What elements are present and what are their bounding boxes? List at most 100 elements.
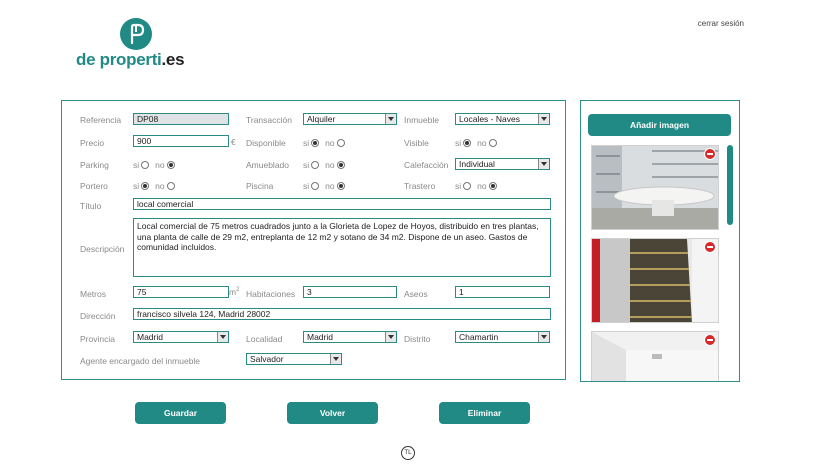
amueblado-yes-label: si: [303, 160, 310, 170]
piscina-no-label: no: [325, 181, 335, 191]
distrito-value: Chamartin: [459, 332, 499, 342]
trastero-yes-radio[interactable]: [463, 182, 472, 190]
inmueble-value: Locales - Naves: [459, 114, 520, 124]
titulo-label: Título: [80, 201, 102, 211]
visible-yes-label: si: [455, 138, 462, 148]
transaccion-label: Transacción: [246, 115, 292, 125]
add-image-button[interactable]: Añadir imagen: [588, 114, 731, 136]
chevron-down-icon: [217, 332, 228, 342]
office-table-photo[interactable]: [591, 145, 719, 230]
parking-no-radio[interactable]: [166, 161, 175, 169]
inmueble-select[interactable]: Locales - Naves: [455, 113, 550, 125]
transaccion-select[interactable]: Alquiler: [303, 113, 397, 125]
direccion-label: Dirección: [80, 311, 116, 321]
logout-link[interactable]: cerrar sesión: [698, 19, 744, 28]
localidad-select[interactable]: Madrid: [303, 331, 397, 343]
provincia-select[interactable]: Madrid: [133, 331, 229, 343]
parking-yes-radio[interactable]: [141, 161, 150, 169]
chevron-down-icon: [538, 159, 549, 169]
disponible-yes-label: si: [303, 138, 310, 148]
localidad-value: Madrid: [307, 332, 333, 342]
piscina-no-radio[interactable]: [336, 182, 345, 190]
logo-ext: .es: [161, 50, 185, 69]
aseos-label: Aseos: [404, 289, 428, 299]
image-gallery: Añadir imagen: [580, 100, 740, 382]
visible-no-label: no: [477, 138, 487, 148]
portero-no-label: no: [155, 181, 165, 191]
transaccion-value: Alquiler: [307, 114, 336, 124]
calefaccion-label: Calefacción: [404, 160, 449, 170]
chevron-down-icon: [385, 114, 396, 124]
parking-label: Parking: [80, 160, 109, 170]
delete-image-icon[interactable]: [704, 241, 716, 253]
delete-image-icon[interactable]: [704, 148, 716, 160]
trastero-no-radio[interactable]: [488, 182, 497, 190]
agente-label: Agente encargado del inmueble: [80, 356, 201, 366]
referencia-input[interactable]: DP08: [133, 113, 229, 125]
chevron-down-icon: [538, 114, 549, 124]
parking-no-label: no: [155, 160, 165, 170]
disponible-yes-radio[interactable]: [311, 139, 320, 147]
portero-yes-label: si: [133, 181, 140, 191]
metros-unit-sup: 2: [236, 287, 240, 294]
visible-no-radio[interactable]: [488, 139, 497, 147]
provincia-label: Provincia: [80, 334, 115, 344]
descripcion-label: Descripción: [80, 244, 125, 254]
precio-unit: €: [231, 137, 236, 147]
localidad-label: Localidad: [246, 334, 283, 344]
staircase-photo[interactable]: [591, 238, 719, 323]
parking-yes-label: si: [133, 160, 140, 170]
footer-logo: TL: [401, 446, 415, 460]
calefaccion-value: Individual: [459, 159, 495, 169]
chevron-down-icon: [330, 354, 341, 364]
disponible-no-radio[interactable]: [336, 139, 345, 147]
property-form: Referencia DP08 Transacción Alquiler Inm…: [61, 100, 566, 380]
save-button[interactable]: Guardar: [135, 402, 226, 424]
amueblado-yes-radio[interactable]: [311, 161, 320, 169]
precio-input[interactable]: 900: [133, 135, 229, 147]
amueblado-no-label: no: [325, 160, 335, 170]
logo-icon: [120, 18, 152, 50]
piscina-label: Piscina: [246, 181, 274, 191]
trastero-label: Trastero: [404, 181, 436, 191]
disponible-no-label: no: [325, 138, 335, 148]
inmueble-label: Inmueble: [404, 115, 439, 125]
portero-label: Portero: [80, 181, 108, 191]
empty-room-photo[interactable]: [591, 331, 719, 381]
provincia-value: Madrid: [137, 332, 163, 342]
aseos-input[interactable]: 1: [455, 286, 550, 298]
gallery-scroll-thumb[interactable]: [727, 145, 733, 225]
referencia-label: Referencia: [80, 115, 122, 125]
trastero-radios: si no: [455, 181, 503, 191]
logo-main: de properti: [76, 50, 162, 69]
distrito-select[interactable]: Chamartin: [455, 331, 550, 343]
trastero-yes-label: si: [455, 181, 462, 191]
disponible-radios: si no: [303, 138, 351, 148]
piscina-radios: si no: [303, 181, 351, 191]
metros-input[interactable]: 75: [133, 286, 229, 298]
metros-unit: m2: [229, 287, 239, 297]
agente-select[interactable]: Salvador: [246, 353, 342, 365]
agente-value: Salvador: [250, 354, 284, 364]
trastero-no-label: no: [477, 181, 487, 191]
disponible-label: Disponible: [246, 138, 286, 148]
habitaciones-input[interactable]: 3: [303, 286, 397, 298]
visible-radios: si no: [455, 138, 503, 148]
portero-yes-radio[interactable]: [141, 182, 150, 190]
metros-label: Metros: [80, 289, 106, 299]
descripcion-textarea[interactable]: Local comercial de 75 metros cuadrados j…: [133, 218, 551, 277]
habitaciones-label: Habitaciones: [246, 289, 296, 299]
back-button[interactable]: Volver: [287, 402, 378, 424]
titulo-input[interactable]: local comercial: [133, 198, 551, 210]
delete-button[interactable]: Eliminar: [439, 402, 530, 424]
calefaccion-select[interactable]: Individual: [455, 158, 550, 170]
portero-no-radio[interactable]: [166, 182, 175, 190]
direccion-input[interactable]: francisco silvela 124, Madrid 28002: [133, 308, 551, 320]
piscina-yes-radio[interactable]: [311, 182, 320, 190]
piscina-yes-label: si: [303, 181, 310, 191]
chevron-down-icon: [385, 332, 396, 342]
visible-yes-radio[interactable]: [463, 139, 472, 147]
logo-text: de properti.es: [76, 50, 185, 70]
delete-image-icon[interactable]: [704, 334, 716, 346]
amueblado-no-radio[interactable]: [336, 161, 345, 169]
